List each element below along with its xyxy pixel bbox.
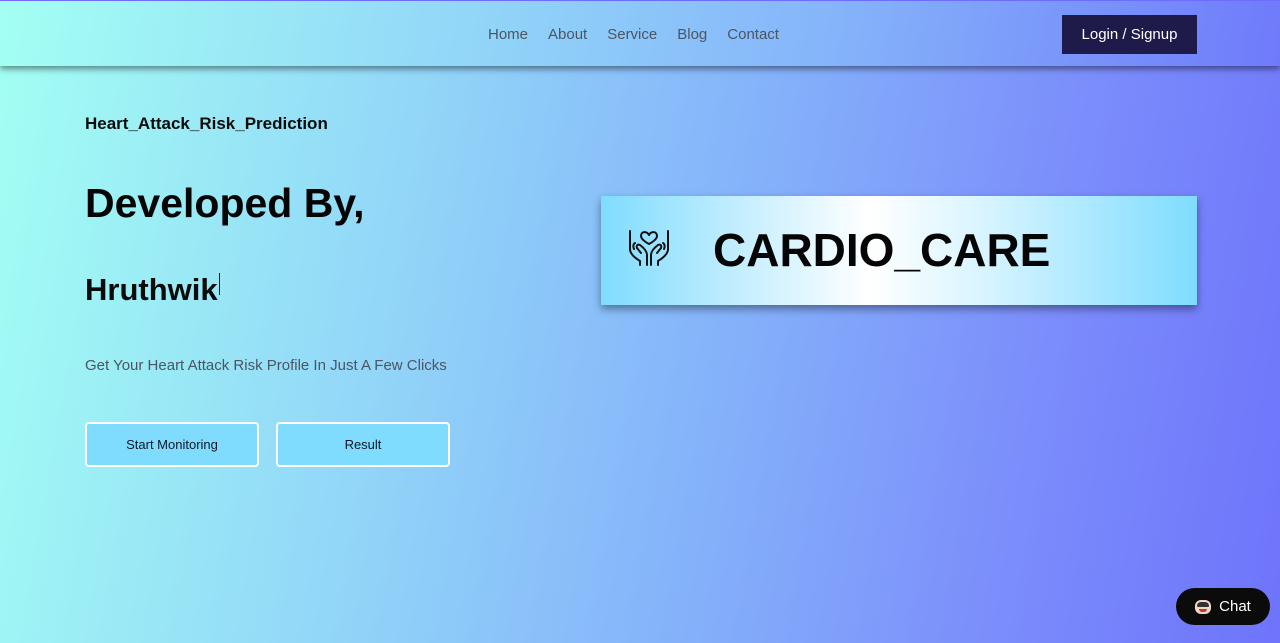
chat-label: Chat [1219,598,1251,615]
result-button[interactable]: Result [276,422,450,467]
nav-link-home[interactable]: Home [478,26,538,43]
heart-hands-icon [629,230,669,266]
chat-avatar-icon [1195,599,1212,614]
tagline: Get Your Heart Attack Risk Profile In Ju… [85,357,447,374]
nav-link-service[interactable]: Service [597,26,667,43]
project-name: Heart_Attack_Risk_Prediction [85,114,328,133]
nav-link-about[interactable]: About [538,26,597,43]
nav-link-contact[interactable]: Contact [717,26,789,43]
login-signup-button[interactable]: Login / Signup [1062,15,1197,54]
nav-links: Home About Service Blog Contact [478,1,789,67]
navbar: Home About Service Blog Contact Login / … [0,0,1280,66]
typing-caret [218,273,220,295]
nav-link-blog[interactable]: Blog [667,26,717,43]
start-monitoring-button[interactable]: Start Monitoring [85,422,259,467]
brand-card: CARDIO_CARE [601,196,1197,305]
brand-title: CARDIO_CARE [713,224,1051,276]
developer-name-row: Hruthwik [85,272,220,308]
page-title: Developed By, [85,180,365,226]
chat-button[interactable]: Chat [1176,588,1270,625]
developer-name: Hruthwik [85,272,218,307]
